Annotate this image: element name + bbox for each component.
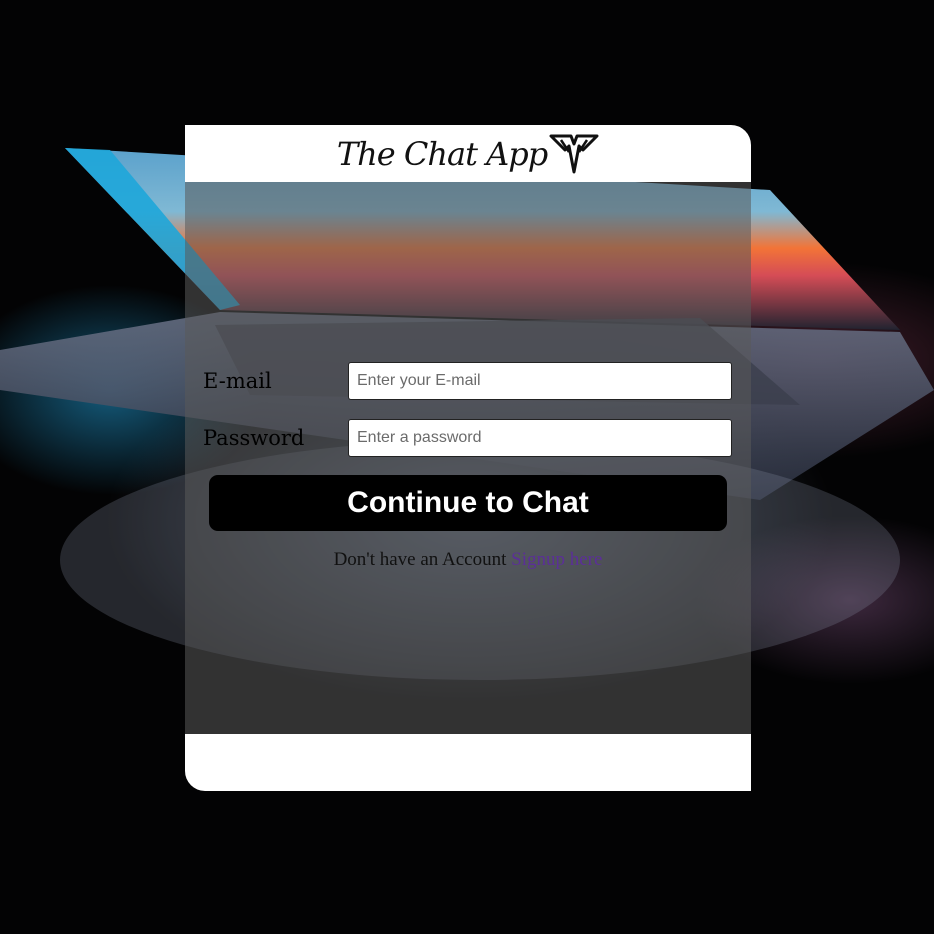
chevron-wings-icon — [549, 134, 599, 173]
email-label: E-mail — [203, 369, 272, 393]
password-input[interactable] — [348, 419, 732, 457]
app-logo: The Chat App — [337, 132, 599, 176]
password-label: Password — [203, 426, 305, 450]
signup-prompt-text: Don't have an Account — [333, 549, 512, 570]
logo-text: The Chat App — [336, 134, 548, 173]
card-header: The Chat App — [185, 125, 751, 182]
card-footer — [185, 734, 751, 791]
email-input[interactable] — [348, 362, 732, 400]
login-card: The Chat App E-mail Password Continue to… — [185, 125, 751, 791]
login-form: E-mail Password Continue to Chat Don't h… — [185, 182, 751, 734]
signup-prompt: Don't have an Account Signup here — [185, 549, 751, 571]
signup-link[interactable]: Signup here — [511, 549, 602, 570]
continue-to-chat-button[interactable]: Continue to Chat — [209, 475, 727, 531]
